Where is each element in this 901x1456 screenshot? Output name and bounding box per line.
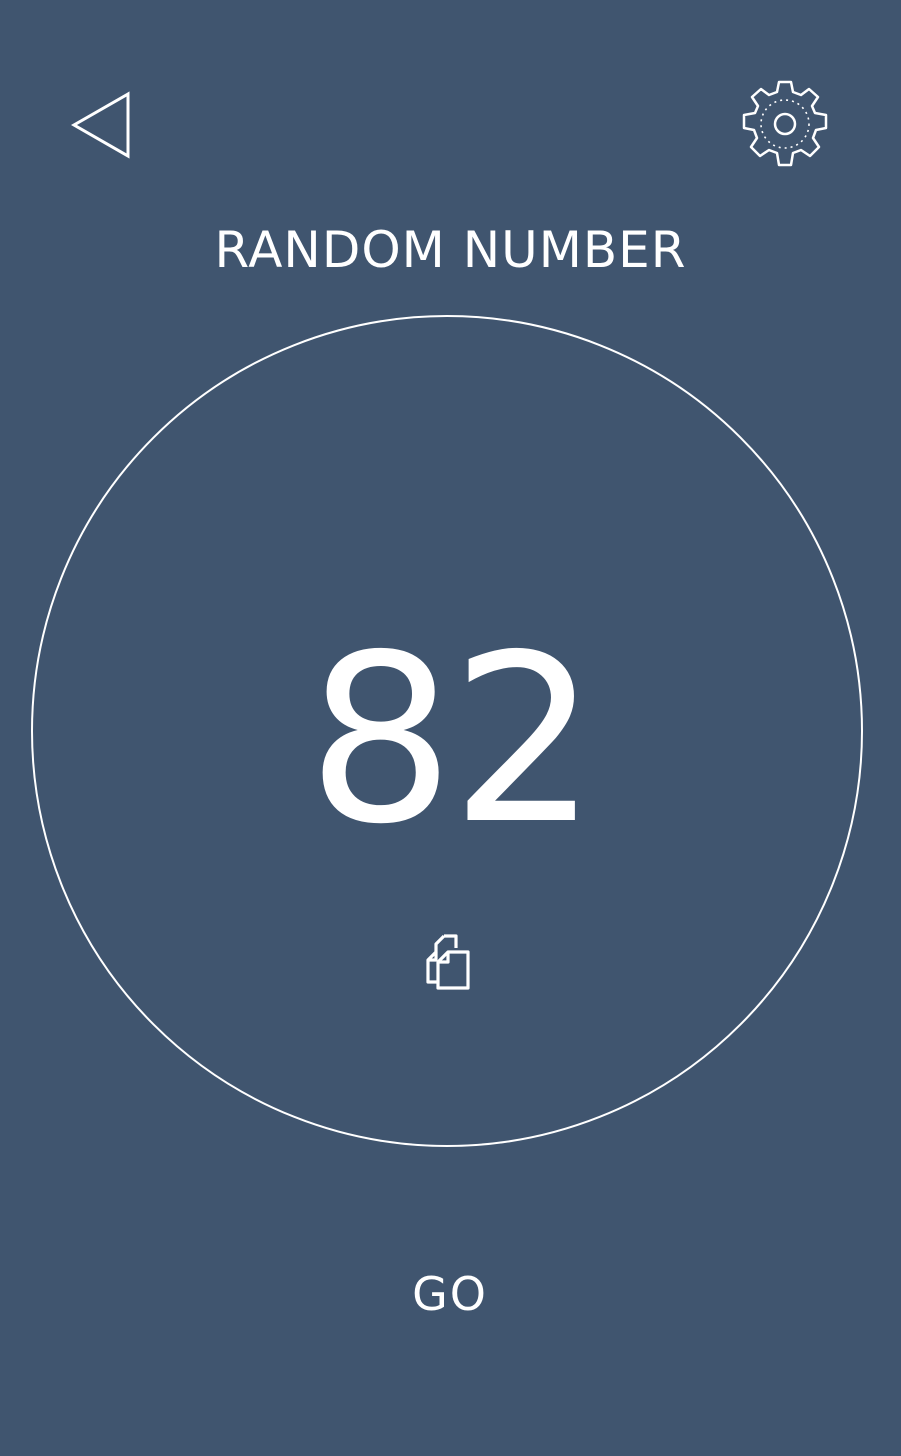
back-triangle-icon [70, 91, 130, 159]
copy-icon [426, 934, 470, 990]
settings-button[interactable] [736, 76, 834, 174]
random-number-value: 82 [306, 605, 598, 875]
random-number-screen: RANDOM NUMBER 82 GO [0, 0, 901, 1456]
gear-icon [742, 80, 828, 167]
back-button[interactable] [66, 86, 138, 164]
go-button[interactable]: GO [370, 1262, 530, 1326]
copy-button[interactable] [422, 930, 476, 994]
page-title: RANDOM NUMBER [214, 221, 687, 279]
go-button-label: GO [412, 1267, 488, 1321]
